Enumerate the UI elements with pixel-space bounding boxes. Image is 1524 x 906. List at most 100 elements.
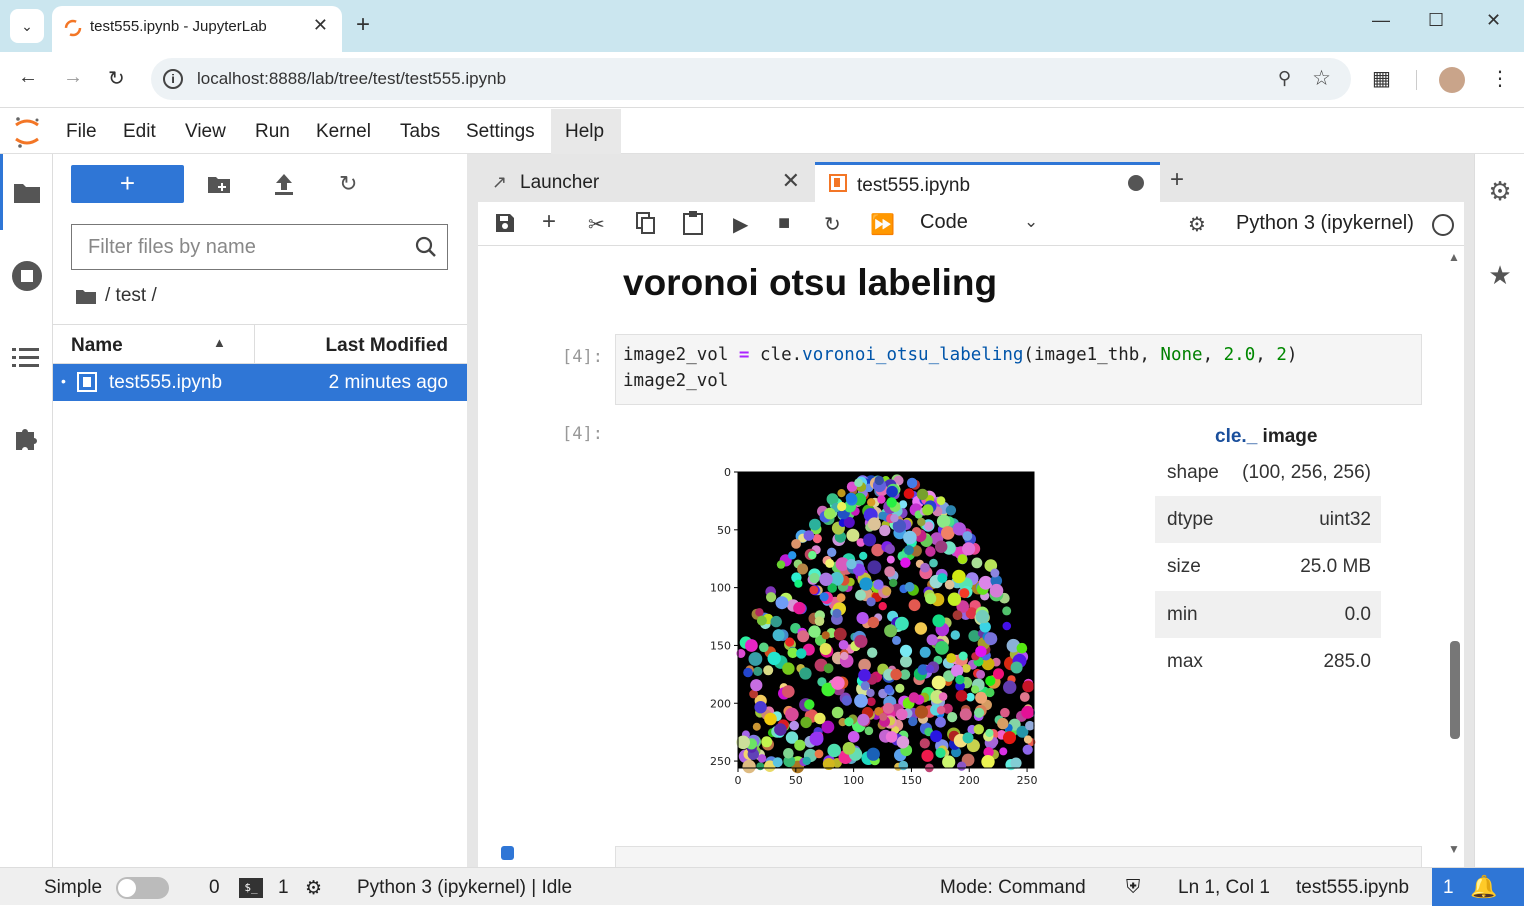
notebook-content[interactable]: voronoi otsu labeling [4]: image2_vol = … [478, 246, 1464, 867]
table-of-contents-icon[interactable] [12, 346, 40, 370]
label-blob [944, 579, 955, 590]
new-folder-icon[interactable] [207, 174, 231, 194]
terminal-icon[interactable]: $_ [239, 878, 263, 898]
profile-avatar[interactable] [1439, 67, 1465, 93]
cell-type-select[interactable]: Code [920, 211, 968, 234]
label-blob [906, 477, 918, 489]
address-bar[interactable]: i localhost:8888/lab/tree/test/test555.i… [151, 58, 1351, 100]
upload-icon[interactable] [273, 172, 295, 196]
extension-manager-icon[interactable] [12, 424, 42, 454]
new-tab-button[interactable]: + [356, 11, 370, 39]
label-blob [1022, 680, 1035, 693]
running-kernels-icon[interactable] [11, 260, 43, 292]
label-blob [763, 665, 774, 676]
folder-icon[interactable] [13, 180, 41, 204]
browser-menu-icon[interactable]: ⋮ [1490, 66, 1510, 91]
label-blob [808, 550, 817, 560]
label-blob [908, 599, 921, 612]
label-blob [794, 739, 806, 751]
zoom-icon[interactable]: ⚲ [1278, 68, 1291, 89]
scroll-down-icon[interactable]: ▼ [1448, 842, 1460, 856]
maximize-icon[interactable]: ☐ [1428, 10, 1444, 31]
run-cell-icon[interactable]: ▶ [733, 212, 748, 237]
label-blob [774, 723, 787, 736]
vertical-scrollbar[interactable] [1450, 641, 1460, 739]
restart-run-all-icon[interactable]: ⏩ [870, 212, 895, 237]
cut-icon[interactable]: ✂ [588, 212, 605, 237]
kernel-count[interactable]: 1 [278, 877, 289, 899]
label-blob [809, 731, 824, 746]
tab-launcher[interactable]: ↗ Launcher ✕ [478, 162, 812, 202]
forward-icon[interactable]: → [63, 66, 83, 89]
paste-icon[interactable] [683, 211, 703, 235]
column-name-header[interactable]: Name [71, 335, 123, 357]
trust-shield-icon[interactable]: ⛨ [1126, 877, 1140, 899]
label-blob [896, 708, 908, 721]
terminal-count[interactable]: 0 [209, 877, 220, 899]
close-tab-icon[interactable]: ✕ [313, 15, 328, 36]
menu-edit[interactable]: Edit [123, 121, 156, 143]
simple-mode-toggle[interactable] [116, 877, 169, 899]
cursor-position[interactable]: Ln 1, Col 1 [1178, 877, 1270, 899]
next-cell-editor[interactable] [615, 846, 1422, 867]
filter-placeholder: Filter files by name [88, 236, 256, 258]
tab-notebook[interactable]: test555.ipynb [815, 162, 1160, 202]
copy-icon[interactable] [636, 212, 656, 234]
label-blob [809, 518, 821, 531]
kernel-status[interactable]: Python 3 (ipykernel) | Idle [357, 877, 572, 899]
label-blob [916, 488, 929, 501]
label-blob [867, 498, 876, 507]
extensions-icon[interactable]: ▦ [1372, 66, 1391, 91]
file-list-item[interactable]: • test555.ipynb 2 minutes ago [53, 364, 467, 401]
insert-cell-icon[interactable]: + [542, 208, 556, 236]
filter-files-input[interactable]: Filter files by name [71, 224, 448, 270]
label-blob [1019, 692, 1030, 702]
address-url[interactable]: localhost:8888/lab/tree/test/test555.ipy… [197, 69, 506, 89]
new-launcher-button[interactable]: + [71, 165, 184, 203]
restart-kernel-icon[interactable]: ↻ [824, 212, 841, 237]
chevron-down-icon[interactable]: ⌄ [1024, 212, 1038, 232]
code-cell-editor[interactable]: image2_vol = cle.voronoi_otsu_labeling(i… [615, 334, 1422, 405]
breadcrumb[interactable]: / test / [105, 285, 157, 307]
site-info-icon[interactable]: i [163, 69, 183, 89]
minimize-icon[interactable]: — [1372, 10, 1390, 31]
add-tab-button[interactable]: + [1158, 162, 1196, 202]
label-blob [752, 722, 761, 731]
column-modified-header[interactable]: Last Modified [326, 335, 448, 357]
breadcrumb-folder-icon[interactable] [75, 287, 97, 305]
label-blob [882, 586, 892, 596]
kernel-name-button[interactable]: Python 3 (ipykernel) [1236, 212, 1414, 235]
browser-tab-active[interactable]: test555.ipynb - JupyterLab ✕ [52, 6, 342, 52]
debugger-panel-icon[interactable]: ★ [1475, 260, 1524, 291]
refresh-icon[interactable]: ↻ [339, 171, 357, 197]
menu-view[interactable]: View [185, 121, 226, 143]
info-key: max [1167, 651, 1203, 672]
tab-search-button[interactable]: ⌄ [10, 9, 44, 43]
reload-icon[interactable]: ↻ [108, 66, 125, 91]
panel-splitter[interactable] [467, 154, 478, 867]
label-blob [757, 754, 767, 763]
label-blob [985, 675, 996, 686]
menu-kernel[interactable]: Kernel [316, 121, 371, 143]
scroll-up-icon[interactable]: ▲ [1448, 250, 1460, 264]
close-launcher-icon[interactable]: ✕ [782, 168, 800, 194]
label-blob [819, 572, 833, 586]
window-close-icon[interactable]: ✕ [1486, 10, 1501, 31]
label-blob [819, 592, 829, 602]
notifications-button[interactable]: 1 🔔 [1432, 868, 1524, 906]
menu-settings[interactable]: Settings [466, 121, 535, 143]
menu-file[interactable]: File [66, 121, 97, 143]
bookmark-star-icon[interactable]: ☆ [1312, 66, 1331, 91]
menu-run[interactable]: Run [255, 121, 290, 143]
menu-tabs[interactable]: Tabs [400, 121, 440, 143]
menu-help[interactable]: Help [565, 121, 604, 143]
unsaved-indicator-icon[interactable] [1128, 175, 1144, 191]
debugger-icon[interactable]: ⚙ [1188, 212, 1206, 237]
property-inspector-icon[interactable]: ⚙ [1475, 176, 1524, 207]
save-icon[interactable] [495, 213, 515, 233]
label-blob [1022, 744, 1033, 755]
label-blob [831, 706, 844, 719]
kernel-sessions-icon[interactable]: ⚙ [305, 877, 322, 900]
interrupt-kernel-icon[interactable]: ■ [778, 212, 790, 235]
back-icon[interactable]: ← [18, 66, 38, 89]
